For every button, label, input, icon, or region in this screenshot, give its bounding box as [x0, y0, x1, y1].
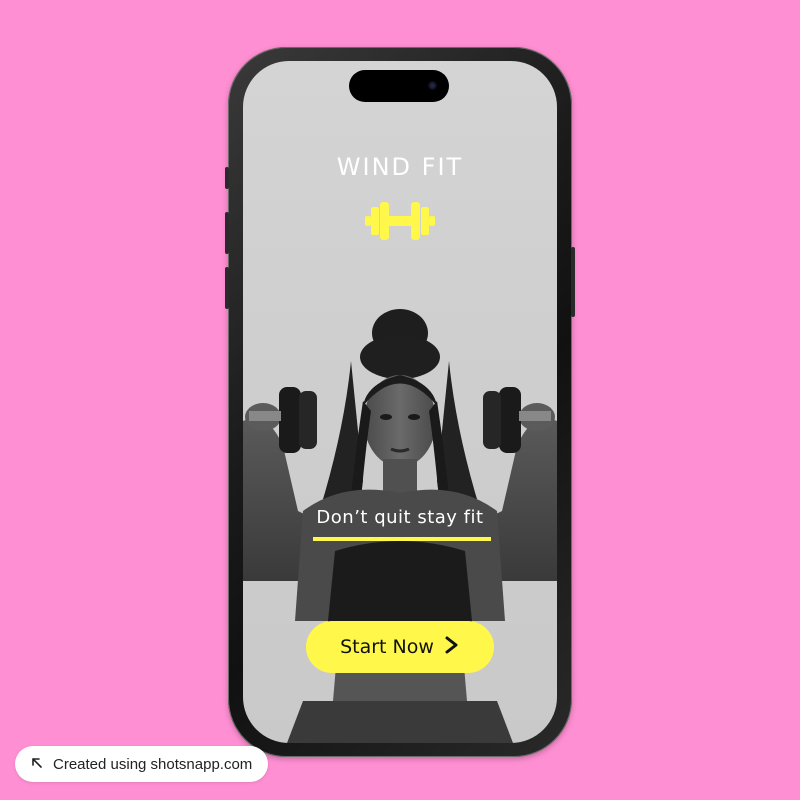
- watermark-text: Created using shotsnapp.com: [53, 755, 253, 773]
- tagline: Don’t quit stay fit: [316, 507, 484, 528]
- canvas: WIND FIT Don’t quit stay fit Start Now C…: [0, 0, 800, 800]
- start-now-button[interactable]: Start Now: [306, 621, 494, 673]
- start-now-label: Start Now: [340, 636, 434, 658]
- volume-down-button: [225, 267, 229, 309]
- camera-icon: [428, 81, 437, 90]
- app-title: WIND FIT: [336, 153, 464, 181]
- volume-up-button: [225, 212, 229, 254]
- app-screen: WIND FIT Don’t quit stay fit Start Now: [243, 61, 557, 743]
- dynamic-island: [349, 70, 449, 102]
- chevron-right-icon: [444, 636, 460, 659]
- shotsnapp-watermark[interactable]: Created using shotsnapp.com: [15, 746, 269, 782]
- dumbbell-icon: [365, 199, 435, 243]
- power-button: [571, 247, 575, 317]
- arrow-up-left-icon: [31, 756, 43, 773]
- tagline-underline: [313, 537, 491, 541]
- phone-frame: WIND FIT Don’t quit stay fit Start Now: [225, 47, 575, 757]
- action-button: [225, 167, 229, 189]
